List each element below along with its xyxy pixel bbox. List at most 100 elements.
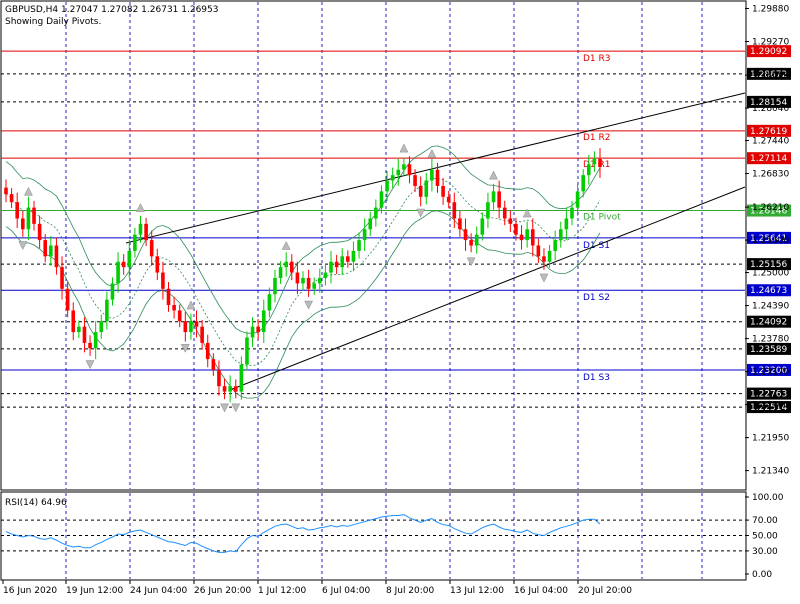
candle-bull: [357, 240, 361, 251]
price-tick-label: 1.25600: [752, 236, 789, 246]
fractal-down-marker: [539, 273, 549, 283]
candle-bull: [267, 294, 272, 311]
time-tick-label: 13 Jul 12:00: [450, 586, 504, 596]
candle-bear: [21, 218, 25, 230]
trend-lines[interactable]: [125, 92, 746, 391]
candle-bull: [575, 191, 580, 208]
candle-bull: [93, 332, 98, 349]
pivot-value: 1.27114: [750, 154, 787, 164]
fractal-up-marker: [136, 203, 145, 212]
price-tick-label: 1.27440: [752, 137, 789, 147]
candle-bull: [486, 202, 490, 219]
candle-bull: [558, 229, 563, 241]
price-level-value: 1.24092: [750, 318, 787, 328]
price-level-value: 1.23589: [750, 345, 787, 355]
candle-bull: [351, 250, 356, 262]
symbol-header: GBPUSD,H4 1.27047 1.27082 1.26731 1.2695…: [5, 5, 218, 15]
pivot-subtitle: Showing Daily Pivots.: [5, 17, 101, 27]
candle-bear: [60, 267, 64, 289]
candle-bull: [553, 240, 557, 251]
pivot-value: 1.29092: [750, 47, 787, 57]
candle-bull: [278, 267, 283, 278]
rsi-tick-label: 70.00: [752, 516, 778, 526]
rsi-tick-label: 0.00: [752, 570, 772, 580]
price-level-value: 1.22763: [750, 390, 787, 400]
time-tick-label: 16 Jun 2020: [3, 586, 57, 596]
candle-bear: [88, 342, 92, 349]
rsi-label: RSI(14) 64.96: [5, 498, 67, 508]
candle-bear: [463, 229, 468, 241]
candle-bull: [99, 321, 104, 333]
candle-bull: [110, 283, 115, 300]
candle-bear: [469, 240, 473, 246]
candle-bull: [138, 223, 143, 235]
fractal-down-marker: [231, 403, 241, 413]
rsi-panel: 100.00 70.00 50.00 30.00 0.00: [1, 493, 784, 580]
candle-bull: [26, 207, 31, 230]
candle-bear: [446, 196, 451, 203]
candle-bear: [222, 386, 227, 392]
fractal-down-marker: [85, 360, 95, 370]
time-axis: 16 Jun 2020 19 Jun 12:00 24 Jun 04:00 26 Ju…: [2, 580, 632, 596]
candle-bull: [547, 250, 552, 262]
candle-bull: [430, 169, 434, 181]
fractal-down-marker: [220, 403, 229, 413]
fractal-up-marker: [24, 186, 33, 196]
price-tick-label: 1.21340: [752, 467, 789, 477]
fractal-up-marker: [399, 143, 409, 153]
candle-bull: [49, 245, 53, 257]
pivot-label: D1 R3: [583, 54, 611, 64]
pivot-value: 1.27619: [750, 127, 787, 137]
candle-bull: [581, 175, 585, 192]
fractal-markers: [18, 143, 549, 413]
candle-bear: [172, 305, 176, 311]
candle-bull: [402, 164, 406, 170]
price-tick-label: 1.29880: [752, 4, 789, 14]
candle-bull: [474, 234, 479, 246]
candle-bull: [323, 272, 328, 278]
candle-bear: [295, 272, 300, 284]
price-chart[interactable]: 1.286721.281541.251561.240921.235891.227…: [0, 0, 800, 600]
pivot-label: D1 S2: [583, 293, 610, 303]
candle-bull: [116, 261, 120, 284]
price-tick-label: 1.26210: [752, 203, 789, 213]
price-tick-label: 1.26830: [752, 170, 789, 180]
fractal-down-marker: [416, 208, 426, 218]
candle-bull: [491, 191, 496, 203]
time-tick-label: 6 Jul 04:00: [322, 586, 371, 596]
candle-bear: [155, 256, 160, 273]
time-tick-label: 26 Jun 20:00: [194, 586, 251, 596]
candle-bear: [149, 240, 154, 257]
upper-band: [5, 145, 601, 334]
candle-bull: [586, 164, 591, 176]
candle-bull: [379, 191, 384, 208]
rsi-tick-label: 100.00: [752, 493, 784, 503]
candle-bear: [71, 310, 76, 333]
candle-bull: [250, 326, 255, 338]
candle-bear: [200, 326, 204, 343]
candle-bull: [189, 321, 193, 333]
candle-bear: [144, 223, 148, 241]
pivot-label: D1 Pivot: [583, 213, 621, 223]
fractal-up-marker: [489, 170, 498, 180]
chart-window[interactable]: 1.28672 1.28154 1.25156 1.24092 1.23589 1.227…: [0, 0, 800, 600]
upper-trend-line[interactable]: [125, 92, 746, 244]
candle-bear: [43, 240, 48, 257]
candle-bull: [127, 250, 132, 268]
candle-bear: [205, 342, 210, 360]
time-tick-label: 16 Jul 04:00: [514, 586, 568, 596]
candle-bear: [407, 164, 412, 176]
candle-bear: [177, 310, 182, 322]
candle-bear: [166, 288, 171, 306]
candle-bear: [530, 229, 535, 246]
candle-bear: [519, 234, 524, 241]
candle-bear: [233, 386, 238, 392]
candle-bull: [228, 386, 232, 392]
price-tick-label: 1.23170: [752, 368, 789, 378]
candle-bear: [65, 288, 70, 311]
candle-bull: [261, 310, 266, 333]
candle-bear: [542, 256, 546, 262]
price-tick-label: 1.21950: [752, 434, 789, 444]
time-tick-label: 20 Jul 20:00: [578, 586, 632, 596]
candle-bear: [413, 175, 417, 186]
